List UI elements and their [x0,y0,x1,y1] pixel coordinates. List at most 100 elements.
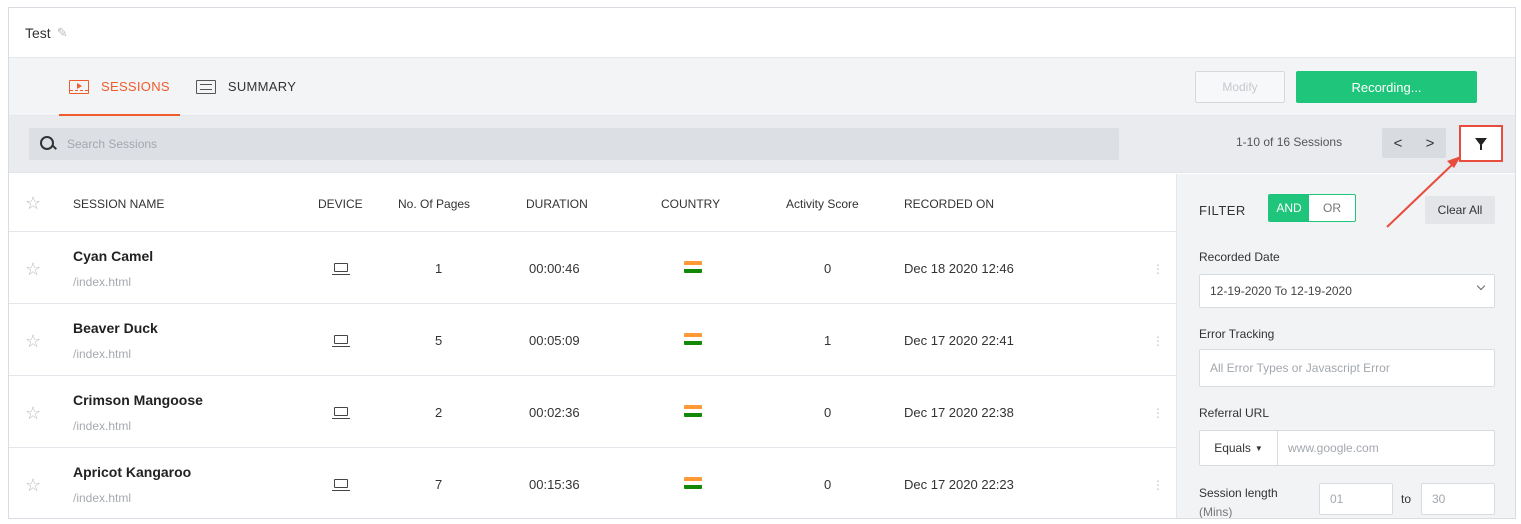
session-length-unit: (Mins) [1199,505,1233,519]
session-path: /index.html [73,491,132,505]
sessions-table: ☆ SESSION NAME DEVICE No. Of Pages DURAT… [9,174,1176,518]
more-options-icon[interactable]: · · · [1155,473,1161,495]
activity-score: 0 [824,405,832,420]
search-icon [39,135,57,153]
laptop-icon [332,407,350,419]
duration: 00:00:46 [529,261,580,276]
document-icon [195,79,216,94]
table-row[interactable]: ☆ Cyan Camel /index.html 1 00:00:46 0 De… [9,232,1176,304]
more-options-icon[interactable]: · · · [1155,257,1161,279]
and-button[interactable]: AND [1269,195,1309,221]
session-min-placeholder: 01 [1330,492,1344,506]
filter-panel: FILTER AND OR Clear All Recorded Date 12… [1176,174,1515,519]
more-options-icon[interactable]: · · · [1155,401,1161,423]
col-recorded-on[interactable]: RECORDED ON [904,197,994,211]
title-bar: Test ✎ [9,8,1515,58]
session-path: /index.html [73,275,132,289]
recorded-date-select[interactable]: 12-19-2020 To 12-19-2020 [1199,274,1495,308]
tab-summary[interactable]: SUMMARY [186,58,306,116]
star-icon[interactable]: ☆ [25,194,43,212]
recorded-date-label: Recorded Date [1199,250,1280,264]
prev-page-button[interactable]: < [1394,135,1403,152]
session-length-label: Session length [1199,486,1278,500]
referral-url-group: Equals ▼ www.google.com [1199,430,1495,466]
table-row[interactable]: ☆ Crimson Mangoose /index.html 2 00:02:3… [9,376,1176,448]
india-flag-icon [684,405,702,417]
recorded-on: Dec 17 2020 22:23 [904,477,1014,492]
pencil-icon[interactable]: ✎ [57,25,68,41]
tab-bar: SESSIONS SUMMARY Modify Recording... [9,58,1515,116]
india-flag-icon [684,261,702,273]
tab-sessions[interactable]: SESSIONS [59,58,180,116]
tab-summary-label: SUMMARY [227,79,297,94]
recording-button[interactable]: Recording... [1296,71,1477,103]
content-area: ☆ SESSION NAME DEVICE No. Of Pages DURAT… [9,174,1515,518]
pages-count: 7 [435,477,443,492]
search-box[interactable] [29,128,1119,160]
star-icon[interactable]: ☆ [25,476,43,494]
next-page-button[interactable]: > [1426,135,1435,152]
recorded-on: Dec 18 2020 12:46 [904,261,1014,276]
table-row[interactable]: ☆ Beaver Duck /index.html 5 00:05:09 1 D… [9,304,1176,376]
session-name[interactable]: Apricot Kangaroo [73,464,191,480]
recorded-date-value: 12-19-2020 To 12-19-2020 [1210,284,1352,298]
session-length-max-input[interactable]: 30 [1421,483,1495,515]
india-flag-icon [684,477,702,489]
modify-button[interactable]: Modify [1195,71,1285,103]
error-tracking-label: Error Tracking [1199,327,1275,341]
col-session-name[interactable]: SESSION NAME [73,197,164,211]
search-row: 1-10 of 16 Sessions < > [9,116,1515,173]
star-icon[interactable]: ☆ [25,332,43,350]
activity-score: 0 [824,261,832,276]
filter-toggle-button[interactable] [1459,125,1503,162]
film-icon [69,79,89,94]
star-icon[interactable]: ☆ [25,404,43,422]
col-pages[interactable]: No. Of Pages [398,197,470,211]
duration: 00:05:09 [529,333,580,348]
pages-count: 5 [435,333,443,348]
page-title: Test [25,24,51,41]
pager-buttons: < > [1382,128,1446,158]
caret-down-icon: ▼ [1254,443,1263,453]
referral-url-input[interactable]: www.google.com [1288,441,1379,455]
table-header: ☆ SESSION NAME DEVICE No. Of Pages DURAT… [9,174,1176,232]
session-name[interactable]: Cyan Camel [73,248,153,264]
filter-title: FILTER [1199,203,1246,218]
session-max-placeholder: 30 [1432,492,1446,506]
session-name[interactable]: Crimson Mangoose [73,392,203,408]
pager-text: 1-10 of 16 Sessions [1236,135,1343,149]
session-length-min-input[interactable]: 01 [1319,483,1393,515]
error-tracking-placeholder: All Error Types or Javascript Error [1210,361,1390,375]
session-path: /index.html [73,419,132,433]
activity-score: 1 [824,333,832,348]
col-duration[interactable]: DURATION [526,197,588,211]
referral-operator-value: Equals [1214,441,1251,455]
referral-url-label: Referral URL [1199,406,1270,420]
table-row[interactable]: ☆ Apricot Kangaroo /index.html 7 00:15:3… [9,448,1176,518]
chevron-down-icon [1476,281,1486,291]
duration: 00:02:36 [529,405,580,420]
search-input[interactable] [67,137,467,151]
session-path: /index.html [73,347,132,361]
app-frame: Test ✎ SESSIONS SUMMARY Modify Recording… [8,7,1516,519]
col-device[interactable]: DEVICE [318,197,363,211]
pages-count: 2 [435,405,443,420]
session-name[interactable]: Beaver Duck [73,320,158,336]
duration: 00:15:36 [529,477,580,492]
more-options-icon[interactable]: · · · [1155,329,1161,351]
star-icon[interactable]: ☆ [25,260,43,278]
and-or-toggle: AND OR [1268,194,1356,222]
india-flag-icon [684,333,702,345]
referral-operator-dropdown[interactable]: Equals ▼ [1200,431,1278,465]
laptop-icon [332,479,350,491]
laptop-icon [332,335,350,347]
error-tracking-field[interactable]: All Error Types or Javascript Error [1199,349,1495,387]
funnel-icon [1475,137,1487,150]
col-activity-score[interactable]: Activity Score [786,197,859,211]
laptop-icon [332,263,350,275]
clear-all-button[interactable]: Clear All [1425,196,1495,224]
or-button[interactable]: OR [1309,195,1355,221]
session-to-label: to [1401,492,1412,506]
col-country[interactable]: COUNTRY [661,197,720,211]
pages-count: 1 [435,261,443,276]
